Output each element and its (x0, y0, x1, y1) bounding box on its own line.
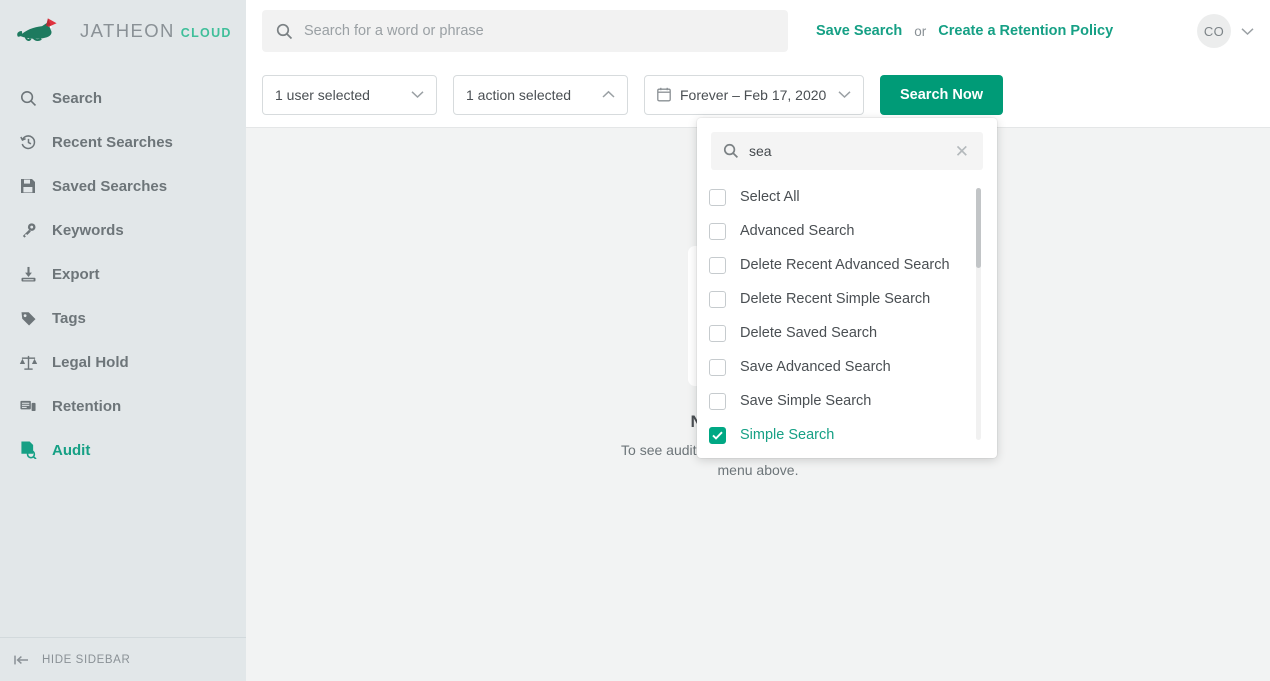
action-option-label: Save Simple Search (740, 393, 872, 409)
action-option-label: Delete Recent Simple Search (740, 291, 931, 307)
action-option-simple-search[interactable]: Simple Search (709, 418, 997, 452)
action-option-select-all[interactable]: Select All (709, 180, 997, 214)
checkbox[interactable] (709, 392, 726, 410)
sidebar-item-label: Legal Hold (52, 353, 129, 371)
sidebar-nav: Search Recent Searches Saved Searches Ke… (0, 76, 246, 637)
sidebar-item-retention[interactable]: Retention (0, 384, 246, 428)
sidebar-item-label: Saved Searches (52, 177, 168, 195)
global-search-input[interactable] (304, 23, 774, 39)
checkbox[interactable] (709, 256, 726, 274)
or-separator-label: or (914, 23, 927, 39)
collapse-left-icon (14, 654, 30, 666)
calendar-icon (657, 87, 671, 102)
checkbox[interactable] (709, 222, 726, 240)
sidebar-item-label: Search (52, 89, 103, 107)
sidebar-item-tags[interactable]: Tags (0, 296, 246, 340)
search-icon (723, 143, 739, 159)
main-panel: Save Search or Create a Retention Policy… (246, 0, 1270, 681)
user-menu[interactable]: CO (1197, 14, 1254, 48)
sidebar-item-saved-searches[interactable]: Saved Searches (0, 164, 246, 208)
action-option-delete-recent-advanced-search[interactable]: Delete Recent Advanced Search (709, 248, 997, 282)
sidebar-item-keywords[interactable]: Keywords (0, 208, 246, 252)
sidebar-item-label: Recent Searches (52, 133, 173, 151)
create-retention-policy-link[interactable]: Create a Retention Policy (938, 23, 1113, 39)
dropdown-scrollbar-thumb[interactable] (976, 188, 981, 268)
save-search-link[interactable]: Save Search (816, 23, 902, 39)
checkbox[interactable] (709, 188, 726, 206)
jatheon-fox-logo-icon (16, 16, 74, 46)
checkbox-checked[interactable] (709, 426, 726, 444)
action-option-save-advanced-search[interactable]: Save Advanced Search (709, 350, 997, 384)
sidebar-item-label: Tags (52, 309, 86, 327)
action-filter-search-box[interactable]: ✕ (711, 132, 983, 170)
top-bar-links: Save Search or Create a Retention Policy (816, 23, 1113, 39)
sidebar-item-legal-hold[interactable]: Legal Hold (0, 340, 246, 384)
action-option-list[interactable]: Select All Advanced Search Delete Recent… (697, 180, 997, 458)
action-option-delete-saved-search[interactable]: Delete Saved Search (709, 316, 997, 350)
chevron-down-icon[interactable] (1241, 27, 1254, 36)
top-bar: Save Search or Create a Retention Policy… (246, 0, 1270, 62)
chevron-down-icon (411, 90, 424, 99)
sidebar-item-search[interactable]: Search (0, 76, 246, 120)
checkbox[interactable] (709, 324, 726, 342)
sidebar-item-label: Keywords (52, 221, 124, 239)
floppy-save-icon (16, 176, 40, 196)
sidebar-item-audit[interactable]: Audit (0, 428, 246, 472)
search-now-button[interactable]: Search Now (880, 74, 1003, 115)
sidebar-item-label: Retention (52, 397, 122, 415)
chevron-up-icon (602, 90, 615, 99)
tag-icon (16, 308, 40, 328)
app-root: JATHEON CLOUD Search Recent Searches Sav… (0, 0, 1270, 681)
sidebar-item-export[interactable]: Export (0, 252, 246, 296)
hide-sidebar-button[interactable]: HIDE SIDEBAR (0, 637, 246, 681)
magnifier-icon (16, 88, 40, 108)
retention-stack-icon (16, 396, 40, 416)
checkbox[interactable] (709, 358, 726, 376)
download-export-icon (16, 264, 40, 284)
action-filter-label: 1 action selected (466, 86, 572, 103)
hide-sidebar-label: HIDE SIDEBAR (42, 653, 131, 666)
user-filter-dropdown[interactable]: 1 user selected (262, 74, 437, 115)
action-option-label: Save Advanced Search (740, 359, 891, 375)
brand-name-primary: JATHEON (80, 20, 175, 41)
audit-document-magnifier-icon (16, 440, 40, 460)
avatar[interactable]: CO (1197, 14, 1231, 48)
checkbox[interactable] (709, 290, 726, 308)
action-option-label: Advanced Search (740, 223, 855, 239)
global-search-box[interactable] (262, 10, 788, 52)
sidebar-item-label: Export (52, 265, 100, 283)
history-clock-icon (16, 132, 40, 152)
user-filter-label: 1 user selected (275, 86, 370, 103)
brand-logo[interactable]: JATHEON CLOUD (0, 0, 246, 62)
action-option-label: Delete Recent Advanced Search (740, 257, 950, 273)
close-x-icon[interactable]: ✕ (953, 143, 971, 160)
action-filter-search-input[interactable] (749, 143, 953, 159)
action-option-advanced-search[interactable]: Advanced Search (709, 214, 997, 248)
brand-name-secondary: CLOUD (180, 26, 232, 40)
sidebar-item-recent-searches[interactable]: Recent Searches (0, 120, 246, 164)
search-icon (276, 23, 293, 40)
action-option-save-simple-search[interactable]: Save Simple Search (709, 384, 997, 418)
chevron-down-icon (838, 90, 851, 99)
sidebar-item-label: Audit (52, 441, 91, 459)
sidebar: JATHEON CLOUD Search Recent Searches Sav… (0, 0, 246, 681)
action-option-label: Simple Search (740, 427, 835, 443)
action-option-label: Select All (740, 189, 800, 205)
action-filter-dropdown[interactable]: 1 action selected (453, 74, 628, 115)
brand-logo-text: JATHEON CLOUD (80, 20, 232, 42)
date-range-filter-label: Forever – Feb 17, 2020 (680, 86, 827, 103)
action-option-label: Delete Saved Search (740, 325, 878, 341)
scales-balance-icon (16, 352, 40, 372)
action-filter-panel: ✕ Select All Advanced Search Delete Rece… (697, 118, 997, 458)
action-option-delete-recent-simple-search[interactable]: Delete Recent Simple Search (709, 282, 997, 316)
date-range-filter-dropdown[interactable]: Forever – Feb 17, 2020 (644, 74, 864, 115)
key-icon (16, 220, 40, 240)
